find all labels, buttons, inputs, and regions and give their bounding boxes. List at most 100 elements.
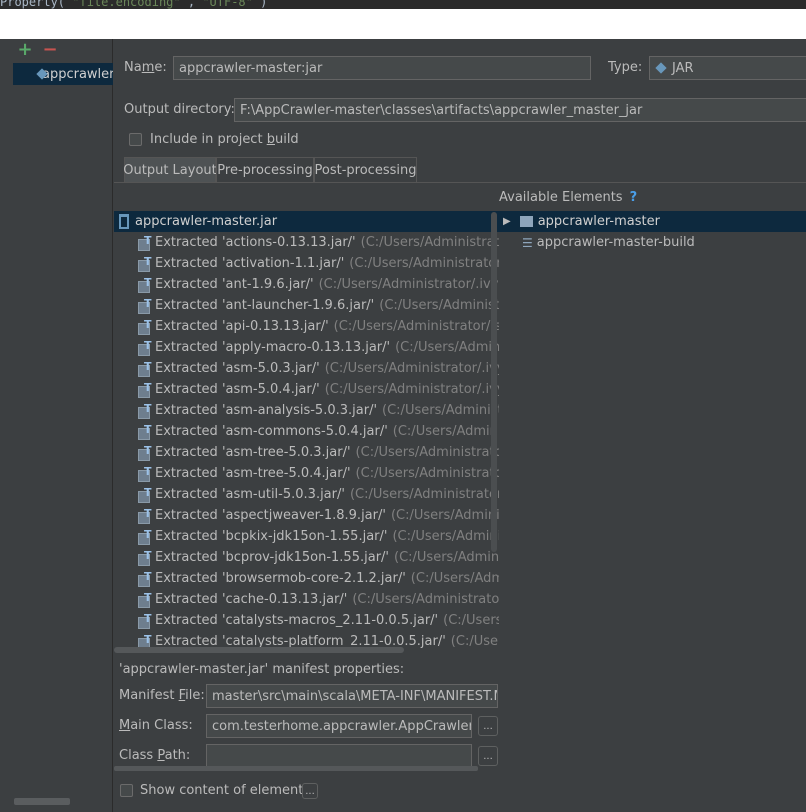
tree-vertical-scrollbar[interactable] bbox=[491, 212, 497, 552]
main-class-browse-button[interactable]: ... bbox=[478, 716, 498, 736]
tree-item-row[interactable]: Extracted 'asm-commons-5.0.4.jar/' (C:/Us… bbox=[114, 421, 499, 442]
extracted-directory-icon bbox=[138, 591, 153, 608]
tree-item-label: Extracted 'api-0.13.13.jar/' bbox=[155, 319, 329, 334]
class-path-input[interactable] bbox=[206, 744, 472, 768]
extracted-directory-icon bbox=[138, 339, 153, 356]
extracted-directory-icon bbox=[138, 297, 153, 314]
tree-item-row[interactable]: Extracted 'asm-tree-5.0.4.jar/' (C:/Users… bbox=[114, 463, 499, 484]
plus-icon: + bbox=[17, 39, 33, 60]
show-content-label: Show content of elements bbox=[140, 783, 311, 798]
extracted-directory-icon bbox=[138, 276, 153, 293]
name-input[interactable]: appcrawler-master:jar bbox=[173, 56, 591, 80]
tree-item-row[interactable]: Extracted 'aspectjweaver-1.8.9.jar/' (C:/… bbox=[114, 505, 499, 526]
tree-item-row[interactable]: Extracted 'activation-1.1.jar/' (C:/Users… bbox=[114, 253, 499, 274]
tree-item-row[interactable]: Extracted 'asm-tree-5.0.3.jar/' (C:/Users… bbox=[114, 442, 499, 463]
help-icon[interactable]: ? bbox=[630, 190, 638, 205]
available-item-label: appcrawler-master bbox=[537, 214, 660, 229]
manifest-title: 'appcrawler-master.jar' manifest propert… bbox=[119, 662, 405, 677]
show-content-options-button[interactable]: ... bbox=[302, 783, 318, 799]
manifest-file-input[interactable]: master\src\main\scala\META-INF\MANIFEST.… bbox=[206, 684, 498, 708]
main-class-label: Main Class: bbox=[119, 718, 193, 733]
artifact-list-item[interactable]: appcrawler-master:jar bbox=[13, 63, 113, 85]
extracted-directory-icon bbox=[138, 612, 153, 629]
type-value: JAR bbox=[672, 60, 694, 76]
tree-item-label: Extracted 'asm-tree-5.0.4.jar/' bbox=[155, 466, 351, 481]
tree-item-path: (C:/Users/Administrato bbox=[394, 550, 499, 565]
available-elements-header: Available Elements ? bbox=[499, 183, 806, 212]
artifacts-panel bbox=[0, 39, 113, 812]
manifest-horizontal-scrollbar[interactable] bbox=[114, 766, 478, 771]
tree-item-path: (C:/Users/Administrator/.ivy2/cache bbox=[318, 277, 499, 292]
tree-item-row[interactable]: Extracted 'cache-0.13.13.jar/' (C:/Users/… bbox=[114, 589, 499, 610]
extracted-directory-icon bbox=[138, 507, 153, 524]
left-horizontal-scrollbar[interactable] bbox=[14, 798, 70, 805]
tree-item-label: Extracted 'asm-commons-5.0.4.jar/' bbox=[155, 424, 388, 439]
tree-item-row[interactable]: Extracted 'asm-analysis-5.0.3.jar/' (C:/U… bbox=[114, 400, 499, 421]
tree-root-label: appcrawler-master.jar bbox=[135, 214, 278, 229]
tree-item-label: Extracted 'asm-util-5.0.3.jar/' bbox=[155, 487, 345, 502]
show-content-checkbox[interactable] bbox=[120, 784, 133, 797]
extracted-directory-icon bbox=[138, 402, 153, 419]
tree-item-row[interactable]: Extracted 'actions-0.13.13.jar/' (C:/User… bbox=[114, 232, 499, 253]
tree-item-row[interactable]: Extracted 'asm-5.0.4.jar/' (C:/Users/Admi… bbox=[114, 379, 499, 400]
tree-item-label: Extracted 'apply-macro-0.13.13.jar/' bbox=[155, 340, 391, 355]
remove-artifact-button[interactable]: − bbox=[41, 41, 59, 59]
tree-item-row[interactable]: Extracted 'ant-1.9.6.jar/' (C:/Users/Admi… bbox=[114, 274, 499, 295]
extracted-directory-icon bbox=[138, 423, 153, 440]
tree-item-row[interactable]: Extracted 'browsermob-core-2.1.2.jar/' (C… bbox=[114, 568, 499, 589]
tree-item-label: Extracted 'asm-5.0.3.jar/' bbox=[155, 361, 320, 376]
tree-horizontal-scrollbar[interactable] bbox=[114, 647, 404, 653]
tree-item-label: Extracted 'catalysts-macros_2.11-0.0.5.j… bbox=[155, 613, 439, 628]
tree-item-label: Extracted 'asm-tree-5.0.3.jar/' bbox=[155, 445, 351, 460]
type-label: Type: bbox=[608, 60, 643, 75]
artifact-label: appcrawler-master:jar bbox=[42, 66, 113, 82]
available-elements-title: Available Elements bbox=[499, 189, 623, 205]
tree-item-path: (C:/Users/Administrator/.ivy2/cach bbox=[324, 361, 499, 376]
main-class-input[interactable]: com.testerhome.appcrawler.AppCrawler bbox=[206, 714, 472, 738]
tree-item-path: (C:/Users/Administrator/ bbox=[392, 529, 499, 544]
minus-icon: − bbox=[42, 39, 58, 60]
output-directory-input[interactable]: F:\AppCrawler-master\classes\artifacts\a… bbox=[234, 98, 806, 122]
tree-item-path: (C:/Users/Administr bbox=[410, 571, 499, 586]
class-path-browse-button[interactable]: ... bbox=[478, 746, 498, 766]
tree-item-label: Extracted 'cache-0.13.13.jar/' bbox=[155, 592, 348, 607]
tree-item-path: (C:/Users/Administrator/.ivy2/c bbox=[349, 256, 499, 271]
available-item-build[interactable]: ☰ appcrawler-master-build bbox=[499, 232, 806, 253]
tree-item-path: (C:/Users/Administrator/.ivy2/ bbox=[355, 466, 499, 481]
tree-item-row[interactable]: Extracted 'asm-util-5.0.3.jar/' (C:/Users… bbox=[114, 484, 499, 505]
build-output-icon: ☰ bbox=[522, 235, 533, 250]
tree-item-row[interactable]: Extracted 'ant-launcher-1.9.6.jar/' (C:/U… bbox=[114, 295, 499, 316]
extracted-directory-icon bbox=[138, 465, 153, 482]
tree-item-row[interactable]: Extracted 'api-0.13.13.jar/' (C:/Users/Ad… bbox=[114, 316, 499, 337]
tree-item-row[interactable]: Extracted 'asm-5.0.3.jar/' (C:/Users/Admi… bbox=[114, 358, 499, 379]
include-in-build-label: Include in project build bbox=[150, 132, 299, 147]
extracted-directory-icon bbox=[138, 255, 153, 272]
include-in-build-checkbox[interactable] bbox=[129, 133, 142, 146]
extracted-directory-icon bbox=[138, 381, 153, 398]
class-path-label: Class Path: bbox=[119, 748, 191, 763]
tab-pre-processing[interactable]: Pre-processing bbox=[216, 157, 314, 182]
tree-item-row[interactable]: Extracted 'bcprov-jdk15on-1.55.jar/' (C:/… bbox=[114, 547, 499, 568]
add-artifact-button[interactable]: + bbox=[16, 41, 34, 59]
extracted-directory-icon bbox=[138, 234, 153, 251]
tree-item-path: (C:/Users/Administrator/ bbox=[390, 508, 499, 523]
output-directory-label: Output directory: bbox=[124, 102, 235, 117]
tree-item-path: (C:/Users/Administrator/. bbox=[382, 403, 499, 418]
tree-item-path: (C:/Users/Administrato bbox=[395, 340, 499, 355]
tree-item-path: (C:/Users/Administrator/.i bbox=[379, 298, 499, 313]
extracted-directory-icon bbox=[138, 444, 153, 461]
tree-item-path: (C:/Users/Administrator bbox=[392, 424, 499, 439]
tree-item-label: Extracted 'browsermob-core-2.1.2.jar/' bbox=[155, 571, 406, 586]
tree-item-row[interactable]: Extracted 'apply-macro-0.13.13.jar/' (C:/… bbox=[114, 337, 499, 358]
tree-root-row[interactable]: appcrawler-master.jar bbox=[114, 211, 499, 232]
tab-post-processing[interactable]: Post-processing bbox=[314, 157, 417, 182]
available-item-module[interactable]: ▶ appcrawler-master bbox=[499, 211, 806, 232]
extracted-directory-icon bbox=[138, 360, 153, 377]
tab-output-layout[interactable]: Output Layout bbox=[123, 157, 217, 182]
tree-item-label: Extracted 'activation-1.1.jar/' bbox=[155, 256, 345, 271]
extracted-directory-icon bbox=[138, 528, 153, 545]
tree-item-row[interactable]: Extracted 'catalysts-macros_2.11-0.0.5.j… bbox=[114, 610, 499, 631]
tree-item-row[interactable]: Extracted 'bcpkix-jdk15on-1.55.jar/' (C:/… bbox=[114, 526, 499, 547]
code-line: Property( "file.encoding" , "UTF-8" ) bbox=[0, 0, 268, 9]
type-select[interactable]: JAR bbox=[649, 56, 806, 80]
